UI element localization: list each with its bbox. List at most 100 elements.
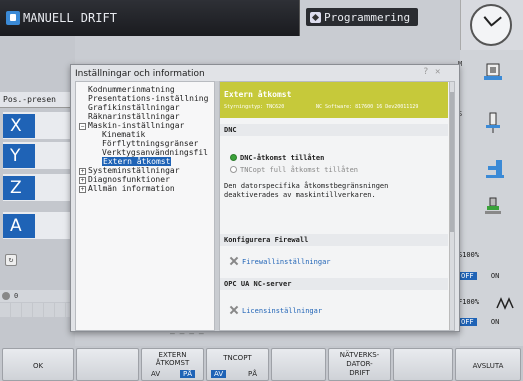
network-softkey[interactable]: NÄTVERKS- DATOR- DRIFT	[328, 348, 391, 381]
tree-item[interactable]: Kinematik	[102, 130, 145, 139]
tree-item-label: Systeminställningar	[88, 166, 180, 175]
tree-item[interactable]: − Maskin-inställningar	[79, 121, 184, 130]
feed-on[interactable]: ON	[491, 318, 499, 326]
exit-softkey[interactable]: AVSLUTA	[455, 348, 521, 381]
extern-access-softkey[interactable]: EXTERN ÅTKOMST AV PÅ	[141, 348, 204, 381]
close-icon[interactable]: ✕	[435, 67, 440, 77]
ok-label: OK	[32, 362, 44, 370]
mode-header[interactable]: MANUELL DRIFT	[0, 0, 300, 36]
tree-item-label: Räknarinställningar	[88, 112, 180, 121]
tree-item[interactable]: + Allmän information	[79, 184, 175, 193]
coolant-icon[interactable]	[482, 196, 504, 218]
radio-selected-icon	[230, 154, 237, 161]
tree-item-label: Maskin-inställningar	[88, 121, 185, 130]
spindle-on[interactable]: ON	[491, 272, 499, 280]
tree-item[interactable]: Verktygsanvändningsfil	[102, 148, 208, 157]
spindle-toggle[interactable]: OFF ON	[458, 272, 520, 280]
spindle-icon[interactable]	[484, 158, 506, 180]
spindle-off[interactable]: OFF	[458, 272, 477, 280]
tncopt-label: TNCOPT	[223, 354, 252, 362]
collapse-icon[interactable]: −	[79, 123, 86, 130]
content-pane: Extern åtkomst Styrningstyp: TNC620 NC S…	[219, 81, 455, 331]
tree-item[interactable]: + Diagnosfunktioner	[79, 175, 170, 184]
exit-label: AVSLUTA	[472, 362, 504, 370]
expand-icon[interactable]: +	[79, 168, 86, 175]
firewall-settings-label: Firewallinställningar	[242, 258, 331, 266]
extern-on: PÅ	[180, 370, 196, 378]
expand-icon[interactable]: +	[79, 177, 86, 184]
extern-label-1: EXTERN	[158, 351, 187, 359]
refresh-icon[interactable]: ↻	[5, 254, 17, 266]
ok-softkey[interactable]: OK	[2, 348, 74, 381]
extern-off: AV	[151, 370, 161, 378]
expand-icon[interactable]: +	[79, 186, 86, 193]
tree-item-label: Förflyttningsgränser	[102, 139, 199, 148]
tncopt-full-radio[interactable]: TNCopt full åtkomst tillåten	[230, 166, 358, 174]
tree-item-label: Kinematik	[102, 130, 146, 139]
section-opcua: OPC UA NC-server	[220, 278, 448, 290]
spindle-override[interactable]: S100%	[458, 251, 520, 259]
tncopt-softkey[interactable]: TNCOPT AV PÅ	[206, 348, 269, 381]
machine-icon[interactable]	[482, 62, 504, 84]
tree-item-label: Kodnummerinmatning	[88, 85, 175, 94]
programming-mode-button[interactable]: Programmering	[306, 8, 418, 26]
feed-wave-icon	[496, 297, 514, 310]
empty-softkey-1[interactable]	[76, 348, 139, 381]
content-header: Extern åtkomst Styrningstyp: TNC620 NC S…	[220, 82, 448, 118]
tree-item-label: Allmän information	[88, 184, 175, 193]
tree-item[interactable]: Grafikinställningar	[88, 103, 180, 112]
empty-softkey-2[interactable]	[271, 348, 326, 381]
mode-title: MANUELL DRIFT	[23, 11, 117, 25]
settings-tree: Kodnummerinmatning Presentations-inställn…	[75, 81, 215, 331]
license-settings-label: Licensinställningar	[242, 307, 323, 315]
spindle-override-value: S100%	[458, 251, 480, 259]
extern-label-2: ÅTKOMST	[155, 359, 190, 367]
cnc-screen: MANUELL DRIFT Programmering Pos.-presen …	[0, 0, 523, 381]
tncopt-full-label: TNCopt full åtkomst tillåten	[240, 166, 359, 174]
tree-item-label: Verktygsanvändningsfil	[102, 148, 208, 157]
dnc-access-label: DNC-åtkomst tillåten	[240, 154, 325, 162]
tree-item[interactable]: Kodnummerinmatning	[88, 85, 175, 94]
section-dnc: DNC	[220, 124, 448, 136]
tree-item[interactable]: Räknarinställningar	[88, 112, 180, 121]
manual-mode-icon	[6, 11, 20, 25]
section-firewall: Konfigurera Firewall	[220, 234, 448, 246]
settings-dialog: Inställningar och information ? ✕ Kodnum…	[70, 64, 460, 332]
programming-icon	[310, 11, 321, 23]
feed-toggle[interactable]: OFF ON	[458, 318, 520, 326]
info-line-2: deaktiverades av maskintillverkaren.	[224, 191, 376, 199]
tree-item[interactable]: Presentations-inställning	[88, 94, 208, 103]
status-bar-left: 0	[0, 290, 75, 302]
tree-item-label: Grafikinställningar	[88, 103, 180, 112]
tncopt-on: PÅ	[248, 370, 258, 378]
axis-a[interactable]: A	[3, 214, 35, 238]
axis-y[interactable]: Y	[3, 144, 35, 168]
info-line-1: Den datorspecifika åtkomstbegränsningen	[224, 182, 389, 190]
tree-item[interactable]: Extern åtkomst	[102, 157, 172, 166]
axis-z[interactable]: Z	[3, 176, 35, 200]
tools-icon	[230, 257, 238, 265]
tree-item-label: Diagnosfunktioner	[88, 175, 170, 184]
firewall-settings-link[interactable]: Firewallinställningar	[230, 257, 331, 266]
programming-label: Programmering	[324, 10, 411, 24]
tree-item[interactable]: + Systeminställningar	[79, 166, 180, 175]
tree-item[interactable]: Förflyttningsgränser	[102, 139, 198, 148]
tree-item-label: Presentations-inställning	[88, 94, 209, 103]
empty-softkey-3[interactable]	[393, 348, 453, 381]
scrollbar-thumb[interactable]	[450, 92, 454, 232]
network-label-3: DRIFT	[349, 369, 370, 377]
help-icon[interactable]: ?	[423, 67, 428, 77]
license-settings-link[interactable]: Licensinställningar	[230, 306, 322, 315]
dialog-title: Inställningar och information	[75, 69, 205, 79]
dnc-access-radio[interactable]: DNC-åtkomst tillåten	[230, 154, 324, 162]
content-scrollbar[interactable]	[449, 82, 454, 330]
feed-off[interactable]: OFF	[458, 318, 477, 326]
axis-x[interactable]: X	[3, 114, 35, 138]
clock-icon	[470, 4, 512, 46]
network-label-2: DATOR-	[346, 360, 373, 368]
tool-icon[interactable]	[482, 112, 504, 134]
content-title: Extern åtkomst	[224, 90, 292, 99]
position-display-label: Pos.-presen	[0, 92, 75, 108]
nc-software-version: NC Software: 817600 16 Dev20011129	[316, 104, 419, 110]
control-type: Styrningstyp: TNC620	[224, 104, 285, 110]
